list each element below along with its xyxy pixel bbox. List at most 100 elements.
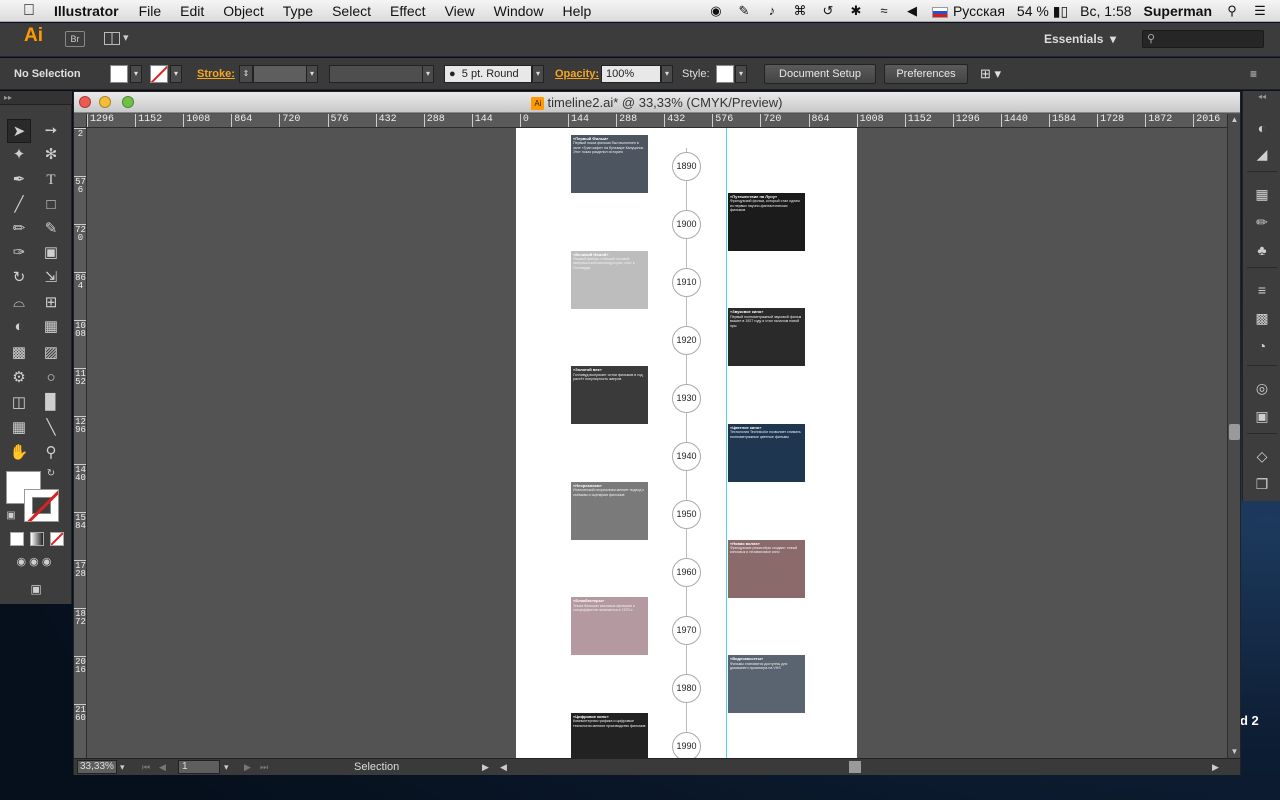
brushes-panel-icon[interactable]: ✏ (1250, 211, 1274, 233)
panel-menu-icon[interactable]: ≡ (1250, 65, 1257, 83)
ruler-origin[interactable] (74, 114, 87, 128)
gradient-tool-icon[interactable]: ▨ (39, 341, 63, 365)
close-window-button[interactable] (79, 96, 91, 108)
width-profile-dropdown[interactable]: ▾ (422, 65, 434, 83)
type-tool-icon[interactable]: T (39, 168, 63, 192)
eyedropper-tool-icon[interactable]: ⚙ (7, 366, 31, 390)
timeline-card[interactable]: «Цифровое кино» Компьютерная графика и ци… (571, 713, 648, 758)
opacity-dropdown[interactable]: ▾ (661, 65, 673, 83)
appearance-panel-icon[interactable]: ◎ (1250, 377, 1274, 399)
stroke-weight-stepper[interactable]: ⇕ (239, 65, 253, 83)
vertical-scroll-thumb[interactable] (1229, 424, 1240, 440)
stroke-dropdown-arrow[interactable]: ▾ (170, 65, 182, 83)
style-dropdown[interactable]: ▾ (735, 65, 747, 83)
time-machine-icon[interactable]: ↺ (820, 4, 836, 18)
timeline-card[interactable]: «Блокбастеры» Эпоха больших кассовых филь… (571, 597, 648, 656)
zoom-level-field[interactable]: 33,33% (77, 760, 117, 774)
zoom-dropdown-arrow[interactable]: ▾ (120, 760, 125, 774)
line-tool-icon[interactable]: ╱ (7, 193, 31, 217)
vertical-ruler[interactable]: 2 576 720 864 1008 1152 1296 1440 1584 1728 1872 20… (74, 128, 87, 758)
menu-type[interactable]: Type (283, 3, 313, 19)
graphic-style-swatch[interactable] (716, 65, 734, 83)
scroll-right-arrow[interactable]: ▶ (1212, 760, 1219, 774)
apple-icon[interactable]:  (18, 0, 40, 22)
eraser-tool-icon[interactable]: ▣ (39, 241, 63, 265)
year-node[interactable]: 1980 (672, 674, 701, 703)
next-artboard-icon[interactable]: ▶ (244, 760, 251, 774)
fill-color-swatch[interactable] (110, 65, 128, 83)
timeline-card[interactable]: «Цветное кино» Технология Technicolor поз… (728, 424, 805, 482)
stroke-color-swatch[interactable] (150, 65, 168, 83)
fill-dropdown-arrow[interactable]: ▾ (130, 65, 142, 83)
menu-help[interactable]: Help (562, 3, 591, 19)
width-tool-icon[interactable]: ⌓ (7, 291, 31, 315)
year-node[interactable]: 1960 (672, 558, 701, 587)
pencil-tool-icon[interactable]: ✎ (39, 217, 63, 241)
last-artboard-icon[interactable]: ⏭ (260, 760, 268, 774)
swap-fill-stroke-icon[interactable]: ↻ (44, 467, 58, 481)
scale-tool-icon[interactable]: ⇲ (39, 266, 63, 290)
hand-tool-icon[interactable]: ✋ (7, 441, 31, 465)
timeline-card[interactable]: «Новая волна» Французские режиссёры созда… (728, 539, 805, 598)
first-artboard-icon[interactable]: ⏮ (142, 760, 150, 774)
default-fill-stroke-icon[interactable]: ▣ (4, 509, 18, 523)
layers-panel-icon[interactable]: ◇ (1250, 445, 1274, 467)
column-graph-tool-icon[interactable]: ▉ (39, 391, 63, 415)
lasso-tool-icon[interactable]: ✻ (39, 143, 63, 167)
selection-tool-icon[interactable]: ➤ (7, 119, 31, 143)
help-search-input[interactable]: ⚲ (1142, 30, 1264, 48)
timeline-card[interactable]: «Великий Немой» Первый фильм, ставший осн… (571, 250, 648, 309)
year-node[interactable]: 1890 (672, 152, 701, 181)
workspace-switcher[interactable]: Essentials ▾ (1044, 32, 1116, 46)
stroke-weight-dropdown[interactable]: ▾ (306, 65, 318, 83)
spotlight-search-icon[interactable]: ⚲ (1224, 4, 1240, 18)
zoom-tool-icon[interactable]: ⚲ (39, 441, 63, 465)
zoom-window-button[interactable] (122, 96, 134, 108)
year-node[interactable]: 1950 (672, 500, 701, 529)
menu-select[interactable]: Select (332, 3, 371, 19)
opacity-field[interactable]: 100% (601, 65, 661, 83)
slice-tool-icon[interactable]: ╲ (39, 416, 63, 440)
swatches-panel-icon[interactable]: ▦ (1250, 183, 1274, 205)
canvas[interactable]: 1890 1900 1910 1920 1930 1940 1950 1960 1970 1980… (87, 128, 1227, 758)
year-node[interactable]: 1910 (672, 268, 701, 297)
opacity-label[interactable]: Opacity: (555, 65, 599, 83)
year-node[interactable]: 1930 (672, 384, 701, 413)
command-icon[interactable]: ⌘ (792, 4, 808, 18)
graphic-styles-panel-icon[interactable]: ▣ (1250, 405, 1274, 427)
horizontal-ruler[interactable]: 1296 1152 1008 864 720 576 432 288 144 0 144 288 432… (87, 114, 1227, 128)
stroke-color-box[interactable] (24, 489, 59, 522)
year-node[interactable]: 1970 (672, 616, 701, 645)
menu-window[interactable]: Window (494, 3, 544, 19)
blend-tool-icon[interactable]: ○ (39, 366, 63, 390)
shape-builder-tool-icon[interactable]: ◐ (7, 315, 31, 339)
notification-bell-icon[interactable]: ♪ (764, 4, 780, 18)
wifi-icon[interactable]: ≈ (876, 4, 892, 18)
clock[interactable]: Вс, 1:58 (1080, 3, 1131, 19)
color-mode-icon[interactable] (10, 532, 24, 546)
year-node[interactable]: 1920 (672, 326, 701, 355)
magic-wand-tool-icon[interactable]: ✦ (7, 143, 31, 167)
notification-center-icon[interactable]: ☰ (1252, 4, 1268, 18)
app-menu[interactable]: Illustrator (54, 3, 119, 19)
pen-tool-icon[interactable]: ✒ (7, 168, 31, 192)
timeline-card[interactable]: «Неореализм» Итальянский неореализм меняе… (571, 481, 648, 540)
document-setup-button[interactable]: Document Setup (764, 64, 876, 84)
color-panel-icon[interactable]: ◐ (1250, 117, 1274, 139)
scroll-up-arrow[interactable]: ▲ (1228, 114, 1241, 126)
drawing-modes-icon[interactable]: ◉ ◉ ◉ (7, 553, 61, 571)
artboard-number-field[interactable]: 1 (178, 760, 220, 774)
gradient-panel-icon[interactable]: ▩ (1250, 307, 1274, 329)
cyan-guide[interactable] (726, 128, 727, 758)
user-name[interactable]: Superman (1144, 3, 1212, 19)
perspective-grid-tool-icon[interactable]: ▦ (39, 315, 63, 339)
symbols-panel-icon[interactable]: ♣ (1250, 239, 1274, 261)
stroke-label[interactable]: Stroke: (197, 65, 235, 83)
scroll-down-arrow[interactable]: ▼ (1228, 746, 1241, 758)
rotate-tool-icon[interactable]: ↻ (7, 266, 31, 290)
menu-view[interactable]: View (445, 3, 475, 19)
status-menu-arrow[interactable]: ▶ (482, 760, 489, 774)
arrange-documents-button[interactable]: ▾ (104, 31, 134, 47)
artboard-dropdown-arrow[interactable]: ▾ (224, 760, 229, 774)
transparency-panel-icon[interactable]: ◔ (1250, 335, 1274, 357)
